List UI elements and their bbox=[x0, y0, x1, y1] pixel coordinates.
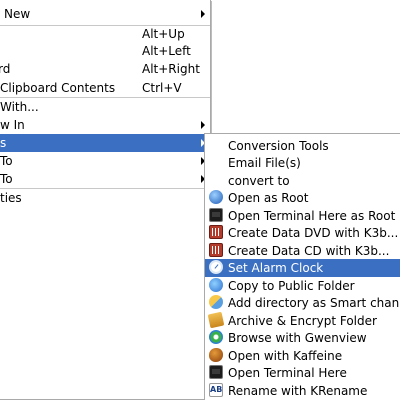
menu-item-label: Add directory as Smart channel bbox=[228, 296, 400, 310]
menu-item-label: Open as Root bbox=[228, 191, 309, 205]
menu-item-actions[interactable]: s bbox=[0, 134, 210, 152]
menu-item-k3b-dvd[interactable]: Create Data DVD with K3b... bbox=[205, 224, 400, 242]
menu-item-label: s bbox=[0, 136, 7, 150]
krename-icon: AB bbox=[209, 383, 223, 397]
menu-item-kaffeine[interactable]: Open with Kaffeine bbox=[205, 347, 400, 365]
k3b-icon bbox=[209, 243, 223, 257]
menu-item-new[interactable]: New bbox=[0, 5, 210, 23]
menu-item-label: Clipboard Contents bbox=[0, 81, 116, 95]
menu-item-label: Open with Kaffeine bbox=[228, 349, 343, 363]
menu-item-properties[interactable]: ties bbox=[0, 189, 210, 207]
public-folder-icon bbox=[209, 278, 223, 292]
menu-item-label: Open Terminal Here bbox=[228, 366, 347, 380]
actions-submenu: Conversion Tools Email File(s) convert t… bbox=[204, 133, 400, 400]
menu-item-preview-in[interactable]: w In bbox=[0, 116, 210, 134]
menu-item-open-with[interactable]: With... bbox=[0, 98, 210, 116]
menu-item-shortcut: Alt+Left bbox=[142, 44, 191, 58]
menu-item-label: w In bbox=[0, 118, 25, 132]
menu-item-archive-encrypt[interactable]: Archive & Encrypt Folder bbox=[205, 311, 400, 330]
menu-item-label: Set Alarm Clock bbox=[228, 261, 324, 275]
menu-item-copy-public-folder[interactable]: Copy to Public Folder bbox=[205, 277, 400, 295]
menu-item-open-as-root[interactable]: Open as Root bbox=[205, 189, 400, 207]
menu-item-label: Copy to Public Folder bbox=[228, 279, 355, 293]
menu-item-gwenview[interactable]: Browse with Gwenview bbox=[205, 329, 400, 347]
menu-item-email-files[interactable]: Email File(s) bbox=[205, 154, 400, 172]
menu-item-label: With... bbox=[0, 100, 39, 114]
menu-item-label: New bbox=[4, 7, 31, 21]
k3b-icon bbox=[209, 225, 223, 239]
menu-item-label: Conversion Tools bbox=[228, 139, 329, 153]
menu-item-shortcut: Alt+Right bbox=[142, 62, 200, 76]
menu-item-up[interactable]: Alt+Up bbox=[0, 25, 210, 43]
root-icon bbox=[209, 190, 223, 204]
menu-item-paste-clipboard[interactable]: Clipboard Contents Ctrl+V bbox=[0, 79, 210, 97]
menu-item-label: To bbox=[0, 154, 13, 168]
menu-item-label: To bbox=[0, 172, 13, 186]
menu-item-convert-to[interactable]: convert to bbox=[205, 172, 400, 190]
menu-item-label: Archive & Encrypt Folder bbox=[228, 314, 377, 328]
archive-icon bbox=[207, 311, 225, 329]
menu-item-krename[interactable]: AB Rename with KRename bbox=[205, 382, 400, 400]
menu-item-label: Browse with Gwenview bbox=[228, 331, 367, 345]
terminal-icon bbox=[209, 365, 223, 379]
kaffeine-icon bbox=[209, 348, 223, 362]
menu-item-shortcut: Alt+Up bbox=[142, 27, 185, 41]
menu-item-copy-to[interactable]: To bbox=[0, 152, 210, 170]
menu-item-label: Create Data CD with K3b... bbox=[228, 244, 390, 258]
menu-item-conversion-tools[interactable]: Conversion Tools bbox=[205, 137, 400, 155]
submenu-arrow-icon bbox=[201, 10, 205, 18]
menu-item-label: Rename with KRename bbox=[228, 384, 368, 398]
menu-item-label: Create Data DVD with K3b... bbox=[228, 226, 399, 240]
menu-item-terminal-as-root[interactable]: Open Terminal Here as Root bbox=[205, 207, 400, 225]
menu-item-k3b-cd[interactable]: Create Data CD with K3b... bbox=[205, 242, 400, 260]
menu-item-label: convert to bbox=[228, 174, 290, 188]
context-menu: New Alt+Up Alt+Left rd Alt+Right Clipboa… bbox=[0, 0, 211, 400]
menu-item-shortcut: Ctrl+V bbox=[142, 81, 182, 95]
menu-item-open-terminal[interactable]: Open Terminal Here bbox=[205, 364, 400, 382]
submenu-arrow-icon bbox=[201, 121, 205, 129]
menu-item-label: Open Terminal Here as Root bbox=[228, 209, 396, 223]
alarm-clock-icon bbox=[209, 260, 223, 274]
menu-item-label: Email File(s) bbox=[228, 156, 301, 170]
menu-item-forward[interactable]: rd Alt+Right bbox=[0, 60, 210, 78]
smart-channel-icon bbox=[209, 295, 223, 309]
terminal-icon bbox=[209, 208, 223, 222]
gwenview-icon bbox=[209, 330, 223, 344]
menu-item-smart-channel[interactable]: Add directory as Smart channel bbox=[205, 294, 400, 312]
menu-item-label: ties bbox=[0, 191, 22, 205]
menu-item-set-alarm-clock[interactable]: Set Alarm Clock bbox=[205, 259, 400, 277]
menu-item-back[interactable]: Alt+Left bbox=[0, 42, 210, 60]
menu-item-label: rd bbox=[0, 62, 11, 76]
menu-item-move-to[interactable]: To bbox=[0, 170, 210, 188]
